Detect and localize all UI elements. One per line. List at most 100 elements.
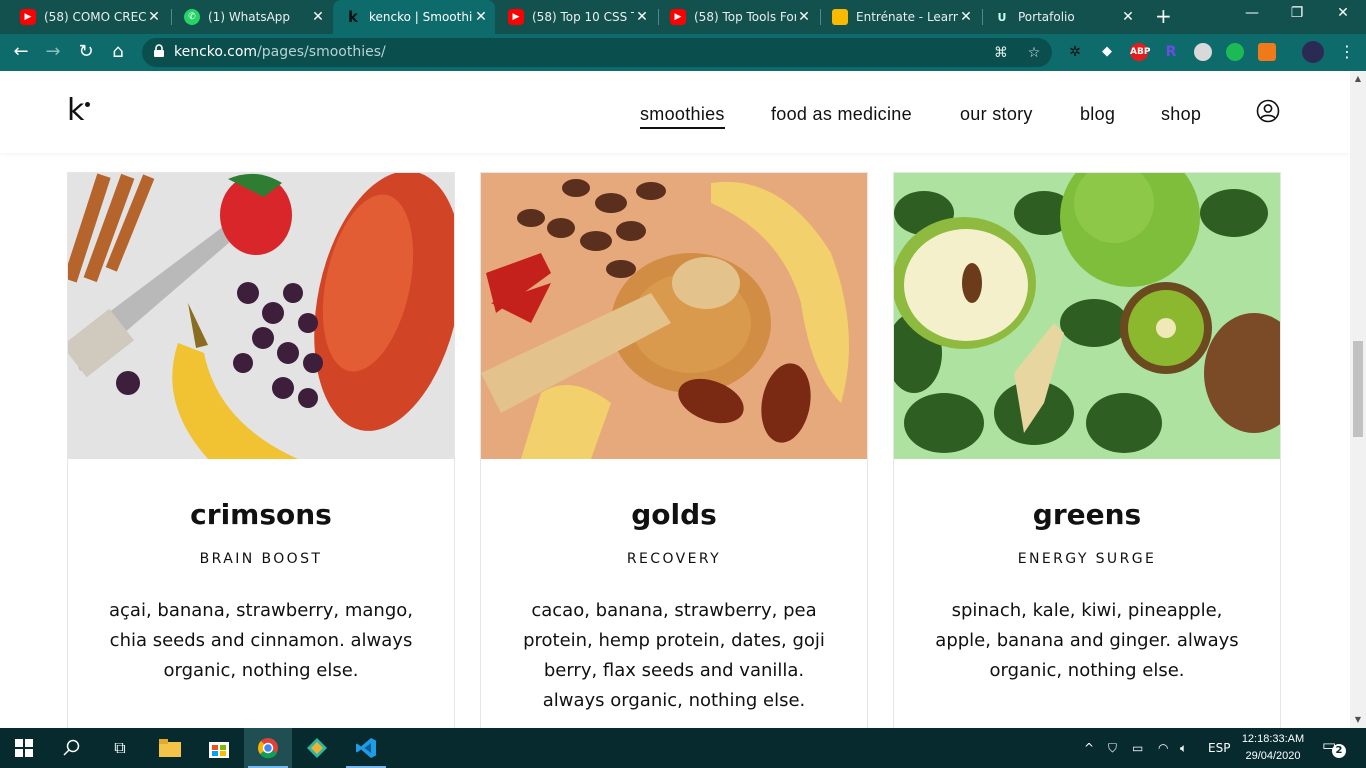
show-hidden-icons-icon[interactable]: ^ xyxy=(1084,728,1094,768)
file-explorer-icon[interactable] xyxy=(146,728,194,768)
git-kraken-icon[interactable] xyxy=(293,728,341,768)
reload-button[interactable]: ↻ xyxy=(74,40,98,64)
extension-circle-icon[interactable] xyxy=(1194,43,1212,61)
kencko-logo-dot xyxy=(85,102,90,107)
close-tab-icon[interactable]: ✕ xyxy=(146,9,162,25)
volume-icon[interactable]: 🔈︎ xyxy=(1180,728,1187,768)
account-icon[interactable] xyxy=(1256,99,1280,123)
product-benefit: ENERGY SURGE xyxy=(1017,551,1157,567)
browser-tab-active[interactable]: k kencko | Smoothie ✕ xyxy=(333,0,495,34)
browser-toolbar: ← → ↻ ⌂ kencko.com/pages/smoothies/ ⌘ ☆ … xyxy=(0,34,1366,71)
product-card-golds[interactable]: golds RECOVERY cacao, banana, strawberry… xyxy=(480,172,868,728)
nav-shop[interactable]: shop xyxy=(1161,104,1201,125)
scroll-up-arrow-icon[interactable]: ▲ xyxy=(1350,71,1366,87)
page-scrollbar[interactable]: ▲ ▼ xyxy=(1350,71,1366,728)
product-description: spinach, kale, kiwi, pineapple, apple, b… xyxy=(935,600,1239,681)
close-tab-icon[interactable]: ✕ xyxy=(958,9,974,25)
nav-blog[interactable]: blog xyxy=(1080,104,1115,125)
product-description: cacao, banana, strawberry, pea protein, … xyxy=(523,600,825,711)
tab-title: (1) WhatsApp xyxy=(208,10,291,24)
nav-smoothies[interactable]: smoothies xyxy=(640,104,725,129)
product-name[interactable]: golds xyxy=(481,498,867,531)
kencko-icon: k xyxy=(348,8,358,26)
home-button[interactable]: ⌂ xyxy=(106,40,130,64)
forward-button[interactable]: → xyxy=(41,40,65,64)
close-tab-icon[interactable]: ✕ xyxy=(796,9,812,25)
clock-time: 12:18:33:AM xyxy=(1241,733,1305,745)
browser-tab[interactable]: ▶ (58) COMO CRECE ✕ xyxy=(8,0,168,34)
extension-green-icon[interactable] xyxy=(1226,43,1244,61)
system-clock[interactable]: 12:18:33:AM 29/04/2020 xyxy=(1236,731,1310,765)
clock-date: 29/04/2020 xyxy=(1245,750,1301,762)
tab-title: kencko | Smoothie xyxy=(369,10,473,24)
lock-icon[interactable] xyxy=(152,44,166,58)
close-tab-icon[interactable]: ✕ xyxy=(473,9,489,25)
close-tab-icon[interactable]: ✕ xyxy=(1120,9,1136,25)
extension-orange-icon[interactable] xyxy=(1258,43,1276,61)
browser-tab[interactable]: ▶ (58) Top Tools For ✕ xyxy=(658,0,818,34)
close-tab-icon[interactable]: ✕ xyxy=(634,9,650,25)
product-card-crimsons[interactable]: crimsons BRAIN BOOST açai, banana, straw… xyxy=(67,172,455,728)
extension-r-icon[interactable]: R xyxy=(1162,43,1180,61)
youtube-icon: ▶ xyxy=(670,9,686,25)
product-name[interactable]: greens xyxy=(894,498,1280,531)
tab-title: (58) COMO CRECE xyxy=(44,10,146,24)
minimize-window-icon[interactable]: — xyxy=(1242,5,1262,21)
crimsons-ingredients-image[interactable] xyxy=(68,173,454,459)
restore-window-icon[interactable]: ❐ xyxy=(1287,5,1307,21)
chrome-icon[interactable] xyxy=(244,728,292,768)
close-tab-icon[interactable]: ✕ xyxy=(310,9,326,25)
browser-tab-strip: ▶ (58) COMO CRECE ✕ ✆ (1) WhatsApp ✕ k k… xyxy=(0,0,1366,34)
scroll-down-arrow-icon[interactable]: ▼ xyxy=(1350,712,1366,728)
new-tab-button[interactable]: + xyxy=(1155,6,1172,26)
product-name[interactable]: crimsons xyxy=(68,498,454,531)
extension-spider-icon[interactable]: ✲ xyxy=(1066,43,1084,61)
close-window-icon[interactable]: ✕ xyxy=(1333,5,1353,21)
product-benefit: RECOVERY xyxy=(626,551,722,567)
tab-title: (58) Top Tools For xyxy=(694,10,796,24)
browser-tab[interactable]: ▶ (58) Top 10 CSS Tr ✕ xyxy=(496,0,656,34)
search-icon[interactable] xyxy=(48,728,96,768)
greens-ingredients-image[interactable] xyxy=(894,173,1280,459)
chrome-menu-icon[interactable]: ⋮ xyxy=(1335,40,1359,64)
nav-our-story[interactable]: our story xyxy=(960,104,1033,125)
web-page: k smoothies food as medicine our story b… xyxy=(0,71,1350,728)
windows-taskbar: ⧉ ^ ⛉ ▭ ◠ 🔈︎ ESP 12:18:33:AM 29/04/2020 … xyxy=(0,728,1366,768)
browser-tab[interactable]: Entrénate - Learnin ✕ xyxy=(820,0,980,34)
nav-food-as-medicine[interactable]: food as medicine xyxy=(771,104,912,125)
battery-icon[interactable]: ▭ xyxy=(1132,728,1143,768)
bookmark-star-icon[interactable]: ☆ xyxy=(1025,44,1043,62)
scroll-thumb[interactable] xyxy=(1353,341,1363,437)
whatsapp-icon: ✆ xyxy=(184,9,200,25)
vscode-icon[interactable] xyxy=(342,728,390,768)
task-view-icon[interactable]: ⧉ xyxy=(96,728,144,768)
back-button[interactable]: ← xyxy=(9,40,33,64)
site-header: k smoothies food as medicine our story b… xyxy=(0,71,1350,153)
profile-avatar[interactable] xyxy=(1302,41,1324,63)
security-shield-icon[interactable]: ⛉ xyxy=(1108,728,1117,768)
tab-title: Portafolio xyxy=(1018,10,1075,24)
address-bar[interactable]: kencko.com/pages/smoothies/ ⌘ ☆ xyxy=(142,38,1052,67)
kencko-logo[interactable]: k xyxy=(67,93,84,128)
adblock-plus-icon[interactable]: ABP xyxy=(1130,43,1150,61)
tab-title: (58) Top 10 CSS Tr xyxy=(532,10,634,24)
browser-tab[interactable]: U Portafolio ✕ xyxy=(982,0,1142,34)
extension-diamond-icon[interactable]: ◆ xyxy=(1098,43,1116,61)
portfolio-icon: U xyxy=(997,10,1007,24)
wifi-icon[interactable]: ◠ xyxy=(1158,728,1168,768)
url-path: /pages/smoothies/ xyxy=(257,44,386,60)
tab-title: Entrénate - Learnin xyxy=(856,10,958,24)
windows-start-icon[interactable] xyxy=(0,728,48,768)
url-text: kencko.com/pages/smoothies/ xyxy=(174,44,386,60)
google-slides-icon xyxy=(832,9,848,25)
product-benefit: BRAIN BOOST xyxy=(199,551,323,567)
product-card-greens[interactable]: greens ENERGY SURGE spinach, kale, kiwi,… xyxy=(893,172,1281,728)
translate-icon[interactable]: ⌘ xyxy=(992,44,1010,62)
golds-ingredients-image[interactable] xyxy=(481,173,867,459)
notification-count-badge: 2 xyxy=(1332,744,1346,758)
input-language[interactable]: ESP xyxy=(1208,728,1230,768)
product-description: açai, banana, strawberry, mango, chia se… xyxy=(109,600,413,681)
microsoft-store-icon[interactable] xyxy=(195,728,243,768)
youtube-icon: ▶ xyxy=(508,9,524,25)
browser-tab[interactable]: ✆ (1) WhatsApp ✕ xyxy=(172,0,332,34)
